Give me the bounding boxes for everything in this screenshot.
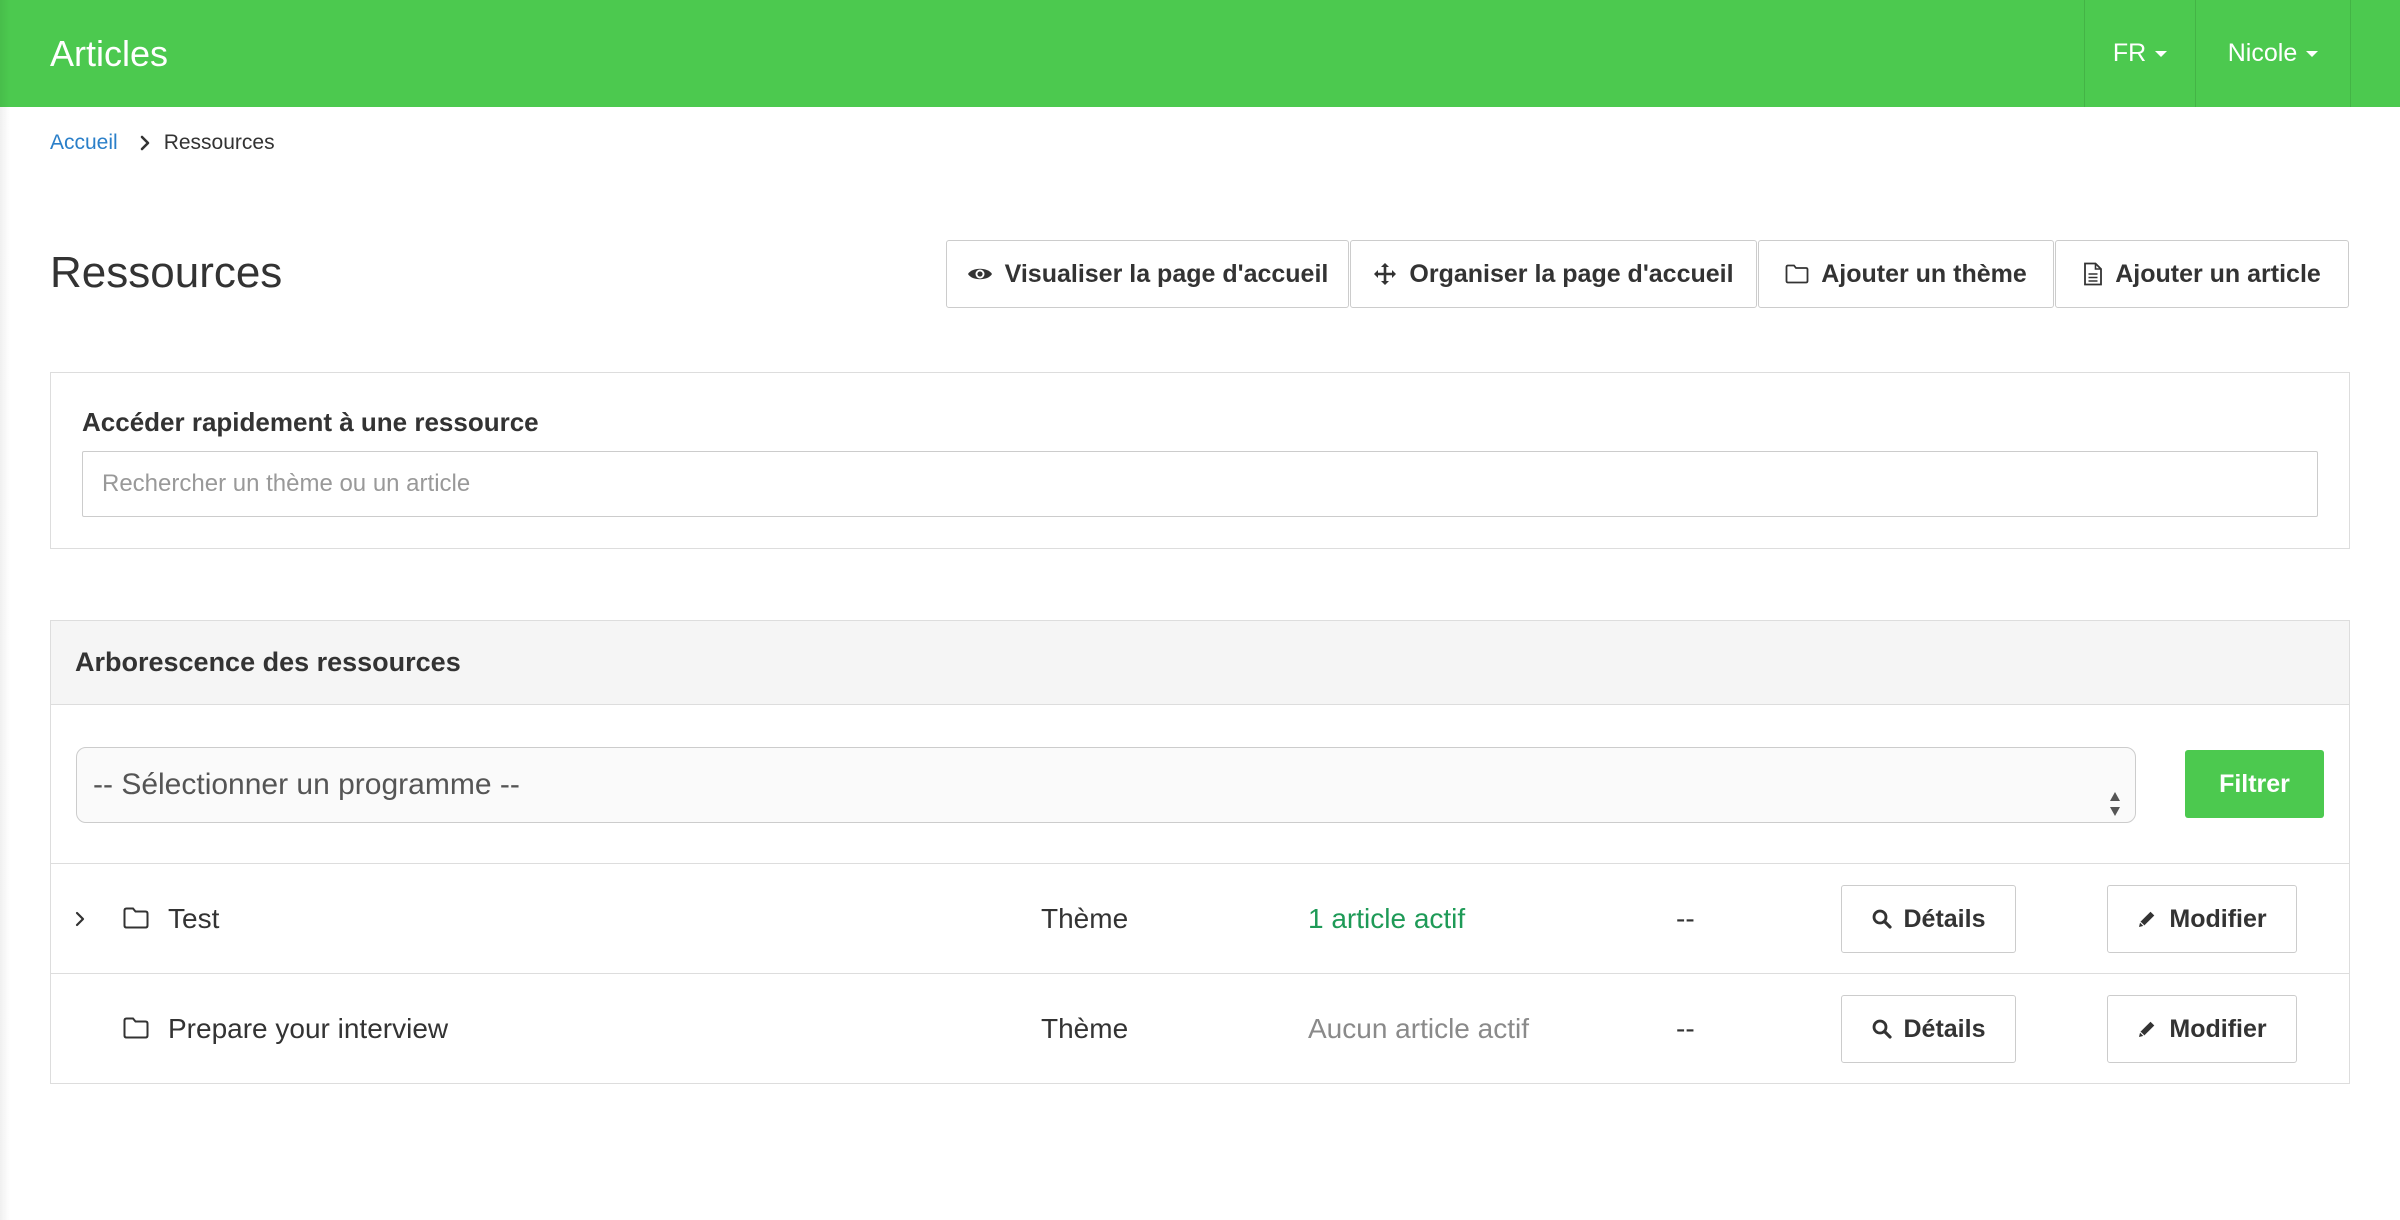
details-label: Détails — [1903, 1014, 1986, 1043]
tree-row: Prepare your interview Thème Aucun artic… — [51, 973, 2349, 1083]
organize-homepage-button[interactable]: Organiser la page d'accueil — [1350, 240, 1757, 308]
folder-icon — [123, 907, 149, 934]
details-button[interactable]: Détails — [1841, 995, 2016, 1063]
breadcrumb-home-link[interactable]: Accueil — [50, 131, 118, 155]
details-button[interactable]: Détails — [1841, 885, 2016, 953]
move-icon — [1373, 262, 1397, 286]
language-dropdown[interactable]: FR — [2084, 0, 2195, 107]
caret-down-icon — [2306, 50, 2319, 57]
edit-label: Modifier — [2169, 904, 2267, 933]
language-label: FR — [2112, 39, 2147, 67]
page-title: Ressources — [50, 248, 283, 297]
search-icon — [1872, 909, 1892, 929]
user-name: Nicole — [2227, 39, 2298, 67]
row-status: 1 article actif — [1308, 903, 1466, 934]
resource-search-input[interactable] — [82, 451, 2318, 517]
breadcrumb-current: Ressources — [163, 131, 275, 154]
row-name[interactable]: Test — [168, 864, 219, 974]
pencil-icon — [2137, 1019, 2157, 1039]
row-extra: -- — [1676, 903, 1695, 934]
program-select[interactable]: -- Sélectionner un programme -- — [76, 747, 2136, 823]
add-theme-button[interactable]: Ajouter un thème — [1758, 240, 2054, 308]
edit-button[interactable]: Modifier — [2107, 885, 2297, 953]
view-homepage-button[interactable]: Visualiser la page d'accueil — [946, 240, 1349, 308]
row-type: Thème — [1041, 1013, 1129, 1044]
quick-access-label: Accéder rapidement à une ressource — [82, 407, 539, 437]
folder-icon — [123, 1017, 149, 1044]
user-menu-dropdown[interactable]: Nicole — [2195, 0, 2351, 107]
row-status: Aucun article actif — [1308, 1013, 1529, 1044]
row-name[interactable]: Prepare your interview — [168, 974, 448, 1084]
resource-tree-title: Arborescence des ressources — [51, 621, 2349, 705]
filter-button[interactable]: Filtrer — [2185, 750, 2324, 818]
row-type: Thème — [1041, 903, 1129, 934]
edit-label: Modifier — [2169, 1014, 2267, 1043]
row-extra: -- — [1676, 1013, 1695, 1044]
folder-icon — [1785, 264, 1809, 284]
app-title[interactable]: Articles — [50, 0, 168, 107]
left-edge-shadow — [0, 0, 10, 1220]
caret-down-icon — [2155, 50, 2168, 57]
organize-homepage-label: Organiser la page d'accueil — [1409, 259, 1734, 288]
tree-row: Test Thème 1 article actif -- Détails Mo… — [51, 863, 2349, 973]
program-select-value: -- Sélectionner un programme -- — [93, 768, 520, 801]
edit-button[interactable]: Modifier — [2107, 995, 2297, 1063]
chevron-right-icon[interactable] — [71, 908, 89, 930]
eye-icon — [967, 265, 993, 283]
chevron-right-icon — [140, 135, 150, 151]
add-article-label: Ajouter un article — [2115, 259, 2321, 288]
document-icon — [2083, 262, 2103, 286]
resource-tree-panel: Arborescence des ressources -- Sélection… — [50, 620, 2350, 1084]
quick-access-panel: Accéder rapidement à une ressource — [50, 372, 2350, 549]
add-theme-label: Ajouter un thème — [1821, 259, 2027, 288]
search-icon — [1872, 1019, 1892, 1039]
top-navbar: Articles FR Nicole — [0, 0, 2400, 107]
navbar-right: FR Nicole — [2084, 0, 2351, 107]
pencil-icon — [2137, 909, 2157, 929]
view-homepage-label: Visualiser la page d'accueil — [1004, 259, 1329, 288]
details-label: Détails — [1903, 904, 1986, 933]
add-article-button[interactable]: Ajouter un article — [2055, 240, 2349, 308]
breadcrumb: Accueil Ressources — [50, 128, 275, 158]
select-arrows-icon — [2109, 772, 2121, 816]
